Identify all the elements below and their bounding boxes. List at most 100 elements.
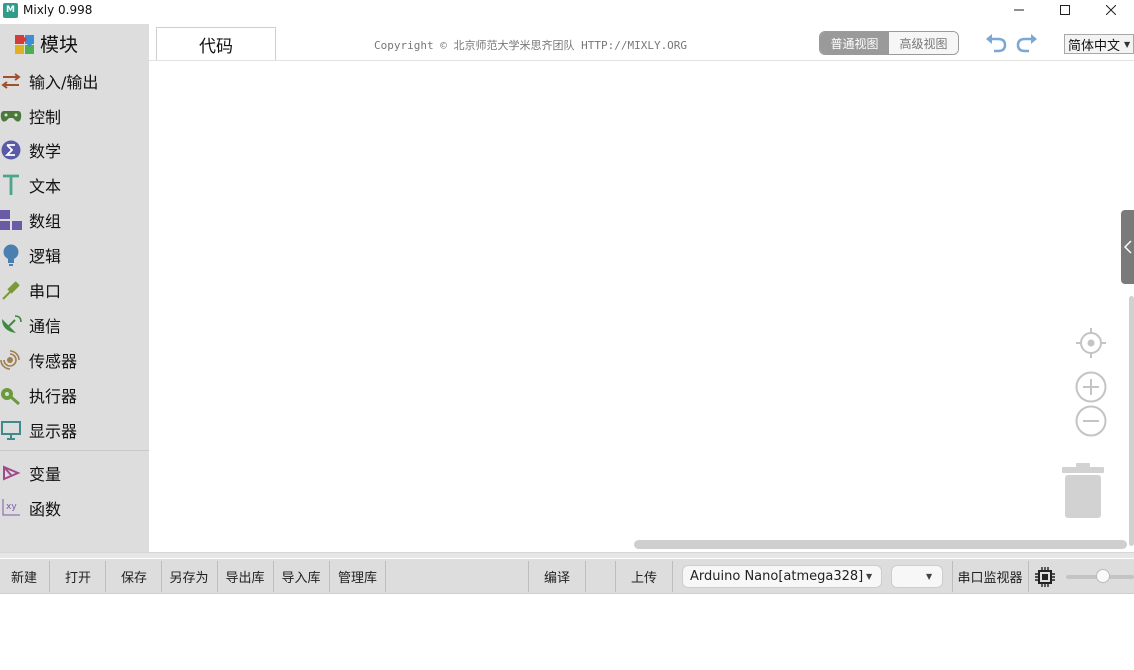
language-value: 简体中文	[1068, 38, 1121, 54]
category-label: 通信	[29, 317, 62, 336]
redo-button[interactable]	[1015, 31, 1039, 55]
board-settings-button[interactable]	[1034, 566, 1056, 588]
monitor-icon	[0, 419, 22, 441]
close-icon	[1106, 5, 1116, 15]
io-arrows-icon	[0, 70, 22, 92]
category-label: 显示器	[29, 422, 78, 441]
manage-library-button[interactable]: 管理库	[330, 559, 385, 594]
minimize-button[interactable]	[996, 0, 1042, 20]
crosshair-icon	[1076, 328, 1106, 358]
category-control[interactable]: 控制	[0, 101, 149, 131]
satellite-dish-icon	[0, 314, 22, 336]
bulb-icon	[0, 244, 22, 266]
view-mode-toggle: 普通视图 高级视图	[819, 31, 959, 55]
redo-icon	[1016, 34, 1037, 53]
category-array[interactable]: 数组	[0, 205, 149, 235]
category-label: 变量	[29, 465, 62, 484]
language-select[interactable]: 简体中文 ▼	[1064, 34, 1134, 54]
chevron-down-icon: ▼	[1124, 39, 1131, 49]
title-bar: M Mixly 0.998	[0, 0, 1134, 20]
bottom-toolbar: 新建 打开 保存 另存为 导出库 导入库 管理库 编译 上传 串口监视器	[0, 559, 1134, 594]
maximize-button[interactable]	[1042, 0, 1088, 20]
toolbar-separator	[1028, 561, 1029, 592]
view-normal-button[interactable]: 普通视图	[820, 32, 889, 54]
actuator-icon	[0, 384, 22, 406]
category-comm[interactable]: 通信	[0, 310, 149, 340]
serial-monitor-button[interactable]: 串口监视器	[953, 559, 1027, 594]
new-button[interactable]: 新建	[0, 559, 48, 594]
sidebar-header: 模块	[14, 30, 78, 57]
workspace-horizontal-scrollbar[interactable]	[634, 540, 1127, 549]
category-function[interactable]: xy 函数	[0, 493, 149, 523]
port-select[interactable]: ▼	[891, 565, 943, 588]
workspace-bottom-border	[0, 552, 1134, 558]
window-title: Mixly 0.998	[23, 3, 93, 17]
save-as-button[interactable]: 另存为	[162, 559, 216, 594]
category-logic[interactable]: 逻辑	[0, 240, 149, 270]
category-math[interactable]: 数学	[0, 135, 149, 165]
status-area	[0, 595, 1134, 670]
category-label: 数组	[29, 212, 62, 231]
zoom-slider-thumb[interactable]	[1096, 569, 1110, 583]
category-label: 函数	[29, 500, 62, 519]
copyright-text: Copyright © 北京师范大学米思齐团队 HTTP://MIXLY.ORG	[374, 39, 688, 52]
zoom-in-button[interactable]	[1074, 370, 1108, 404]
category-label: 串口	[29, 282, 62, 301]
upload-button[interactable]: 上传	[616, 559, 672, 594]
category-serial[interactable]: 串口	[0, 275, 149, 305]
chip-icon	[1035, 567, 1055, 587]
board-value: Arduino Nano[atmega328]	[690, 569, 864, 584]
chevron-left-icon	[1123, 240, 1132, 254]
function-xy-icon: xy	[0, 497, 22, 519]
sidebar-divider	[0, 450, 149, 451]
puzzle-icon	[15, 34, 34, 54]
board-select[interactable]: Arduino Nano[atmega328] ▼	[682, 565, 882, 588]
category-label: 数学	[29, 142, 62, 161]
category-actuator[interactable]: 执行器	[0, 380, 149, 410]
tab-code[interactable]: 代码	[156, 27, 276, 60]
compile-button[interactable]: 编译	[529, 559, 585, 594]
category-io[interactable]: 输入/输出	[0, 66, 149, 96]
zoom-out-button[interactable]	[1074, 404, 1108, 438]
trash-can[interactable]	[1062, 463, 1104, 519]
category-variable[interactable]: 变量	[0, 458, 149, 488]
category-label: 逻辑	[29, 247, 62, 266]
import-library-button[interactable]: 导入库	[274, 559, 328, 594]
minimize-icon	[1014, 9, 1024, 11]
close-button[interactable]	[1088, 0, 1134, 20]
workspace-vertical-scrollbar[interactable]	[1129, 296, 1134, 546]
category-label: 控制	[29, 108, 62, 127]
zoom-in-icon	[1075, 371, 1107, 403]
gamepad-icon	[0, 105, 22, 127]
save-button[interactable]: 保存	[108, 559, 160, 594]
toolbar-separator	[105, 561, 106, 592]
svg-text:xy: xy	[6, 502, 17, 512]
blocks-icon	[0, 209, 22, 231]
category-text[interactable]: 文本	[0, 170, 149, 200]
variable-icon	[0, 462, 22, 484]
category-label: 执行器	[29, 387, 78, 406]
open-button[interactable]: 打开	[52, 559, 104, 594]
text-t-icon	[0, 174, 22, 196]
undo-icon	[986, 34, 1007, 53]
category-display[interactable]: 显示器	[0, 415, 149, 445]
center-workspace-button[interactable]	[1074, 326, 1108, 360]
window-controls	[996, 0, 1134, 20]
collapse-panel-button[interactable]	[1121, 210, 1134, 284]
zoom-out-icon	[1075, 405, 1107, 437]
trash-icon	[1062, 463, 1104, 518]
toolbar-separator	[385, 561, 386, 592]
export-library-button[interactable]: 导出库	[218, 559, 272, 594]
blocks-workspace[interactable]	[149, 61, 1134, 552]
toolbar-separator	[672, 561, 673, 592]
mixly-logo-icon: M	[3, 2, 18, 18]
sidebar-header-label: 模块	[40, 34, 79, 56]
undo-button[interactable]	[984, 31, 1008, 55]
sigma-icon	[0, 139, 22, 161]
category-label: 输入/输出	[29, 73, 99, 92]
view-advanced-button[interactable]: 高级视图	[889, 32, 958, 54]
sensor-wave-icon	[0, 349, 22, 371]
toolbar-separator	[49, 561, 50, 592]
chevron-down-icon: ▼	[926, 572, 933, 581]
category-sensor[interactable]: 传感器	[0, 345, 149, 375]
